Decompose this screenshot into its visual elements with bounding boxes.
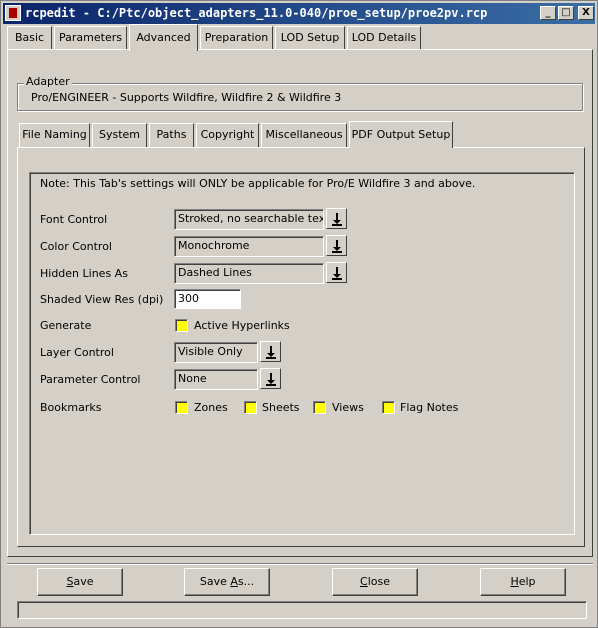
save-as-label-post: s... (237, 575, 255, 588)
down-arrow-icon (266, 346, 276, 359)
button-bar-divider (7, 563, 593, 565)
sheets-label: Sheets (262, 401, 300, 414)
tab-advanced[interactable]: Advanced (129, 24, 198, 51)
maximize-button[interactable]: □ (558, 6, 574, 20)
layer-control-value[interactable]: Visible Only (174, 342, 258, 363)
hidden-lines-value[interactable]: Dashed Lines (174, 263, 324, 284)
zones-checkbox[interactable] (175, 401, 188, 414)
tab-parameters[interactable]: Parameters (54, 26, 127, 50)
font-control-label: Font Control (40, 213, 108, 226)
flag-notes-checkbox[interactable] (382, 401, 395, 414)
layer-control-dropdown[interactable] (260, 341, 281, 362)
window-title: rcpedit - C:/Ptc/object_adapters_11.0-04… (25, 6, 488, 20)
close-button[interactable]: Close (332, 568, 418, 596)
active-hyperlinks-label: Active Hyperlinks (194, 319, 290, 332)
tab-lod-details[interactable]: LOD Details (347, 26, 421, 50)
save-button[interactable]: Save (37, 568, 123, 596)
sheets-checkbox[interactable] (244, 401, 257, 414)
down-arrow-icon (332, 267, 342, 280)
save-as-button[interactable]: Save As... (184, 568, 270, 596)
adapter-description: Pro/ENGINEER - Supports Wildfire, Wildfi… (31, 91, 342, 104)
generate-label: Generate (40, 319, 92, 332)
font-control-dropdown[interactable] (326, 208, 347, 229)
tab-preparation[interactable]: Preparation (200, 26, 273, 50)
color-control-label: Color Control (40, 240, 112, 253)
tab-basic[interactable]: Basic (7, 26, 52, 50)
views-label: Views (332, 401, 364, 414)
subtab-copyright[interactable]: Copyright (196, 123, 259, 147)
parameter-control-label: Parameter Control (40, 373, 141, 386)
shaded-res-input[interactable]: 300 (174, 289, 241, 309)
flag-notes-label: Flag Notes (400, 401, 459, 414)
save-label-rest: ave (73, 575, 94, 588)
save-as-mnemonic: A (230, 575, 238, 588)
close-window-button[interactable]: X (578, 6, 594, 20)
title-bar[interactable]: rcpedit - C:/Ptc/object_adapters_11.0-04… (3, 3, 595, 24)
subtab-system[interactable]: System (92, 123, 147, 147)
help-button[interactable]: Help (480, 568, 566, 596)
down-arrow-icon (332, 213, 342, 226)
hidden-lines-dropdown[interactable] (326, 262, 347, 283)
layer-control-label: Layer Control (40, 346, 114, 359)
subtab-paths[interactable]: Paths (149, 123, 194, 147)
subtab-pdf-output-setup[interactable]: PDF Output Setup (349, 121, 453, 148)
views-checkbox[interactable] (313, 401, 326, 414)
active-hyperlinks-checkbox[interactable] (175, 319, 188, 332)
save-as-label-pre: Save (199, 575, 231, 588)
rcpedit-window: rcpedit - C:/Ptc/object_adapters_11.0-04… (0, 0, 598, 628)
app-icon[interactable] (5, 5, 21, 21)
pdf-note-text: Note: This Tab's settings will ONLY be a… (40, 177, 476, 190)
bookmarks-label: Bookmarks (40, 401, 102, 414)
down-arrow-icon (332, 240, 342, 253)
parameter-control-dropdown[interactable] (260, 368, 281, 389)
color-control-value[interactable]: Monochrome (174, 236, 324, 257)
color-control-dropdown[interactable] (326, 235, 347, 256)
hidden-lines-label: Hidden Lines As (40, 267, 128, 280)
parameter-control-value[interactable]: None (174, 369, 258, 390)
close-label-rest: lose (367, 575, 390, 588)
adapter-groupbox: Adapter Pro/ENGINEER - Supports Wildfire… (17, 75, 583, 111)
minimize-button[interactable]: _ (540, 6, 556, 20)
font-control-value[interactable]: Stroked, no searchable text (174, 209, 324, 230)
help-mnemonic: H (510, 575, 519, 588)
close-mnemonic: C (360, 575, 368, 588)
adapter-legend: Adapter (24, 75, 72, 88)
subtab-miscellaneous[interactable]: Miscellaneous (261, 123, 347, 147)
help-label-rest: elp (518, 575, 536, 588)
shaded-res-label: Shaded View Res (dpi) (40, 293, 164, 306)
tab-lod-setup[interactable]: LOD Setup (275, 26, 345, 50)
zones-label: Zones (194, 401, 228, 414)
status-bar (17, 601, 587, 619)
down-arrow-icon (266, 373, 276, 386)
subtab-file-naming[interactable]: File Naming (19, 123, 90, 147)
